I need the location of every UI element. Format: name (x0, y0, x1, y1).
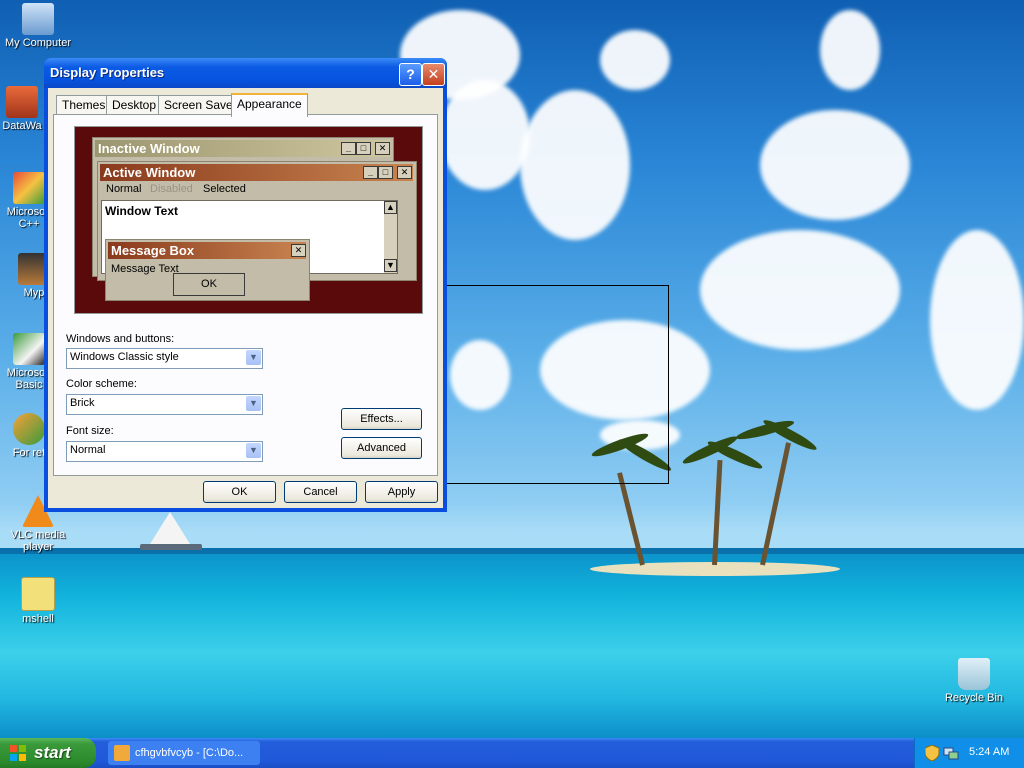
preview-ok-button: OK (173, 273, 245, 296)
display-properties-window: Display Properties ? ✕ Themes Desktop Sc… (44, 58, 447, 512)
windows-logo-icon (10, 745, 26, 761)
close-icon: ✕ (375, 142, 390, 155)
ocean (0, 548, 1024, 738)
sailboat-hull (140, 544, 202, 550)
desktop-icon-my-computer[interactable]: My Computer (0, 3, 78, 49)
visual-basic-icon (13, 333, 45, 365)
taskbar-item[interactable]: cfhgvbfvcyb - [C:\Do... (108, 741, 260, 765)
font-size-label: Font size: (66, 425, 114, 437)
effects-button[interactable]: Effects... (341, 408, 422, 430)
apply-button[interactable]: Apply (365, 481, 438, 503)
desktop-icon-label: My Computer (4, 37, 72, 49)
palm-frond (705, 437, 765, 473)
system-tray: 5:24 AM (914, 738, 1024, 768)
taskbar-item-label: cfhgvbfvcyb - [C:\Do... (135, 747, 244, 759)
close-button[interactable]: ✕ (422, 63, 445, 86)
start-button[interactable]: start (0, 738, 96, 768)
scroll-up-icon: ▲ (384, 201, 397, 214)
app-icon (6, 86, 38, 118)
close-icon: ✕ (291, 244, 306, 257)
preview-menu-disabled: Disabled (150, 183, 193, 195)
preview-msgbox-text: Message Text (111, 263, 179, 275)
minimize-icon: _ (363, 166, 378, 179)
scroll-down-icon: ▼ (384, 259, 397, 272)
color-scheme-value: Brick (70, 397, 95, 409)
tab-screen-saver[interactable]: Screen Saver (158, 95, 243, 115)
maximize-icon: □ (356, 142, 371, 155)
minimize-icon: _ (341, 142, 356, 155)
color-scheme-label: Color scheme: (66, 378, 137, 390)
chevron-down-icon[interactable]: ▼ (246, 396, 261, 411)
window-titlebar[interactable]: Display Properties ? ✕ (44, 58, 447, 88)
tab-appearance[interactable]: Appearance (231, 93, 308, 117)
ok-button[interactable]: OK (203, 481, 276, 503)
desktop-icon-recycle-bin[interactable]: Recycle Bin (934, 658, 1014, 704)
desktop-icon-label: VLC media player (10, 529, 66, 553)
windows-buttons-select[interactable]: Windows Classic style ▼ (66, 348, 263, 369)
recycle-bin-icon (958, 658, 990, 690)
cloud (760, 110, 910, 220)
close-icon: ✕ (397, 166, 412, 179)
preview-menu-normal: Normal (106, 183, 142, 195)
tab-desktop[interactable]: Desktop (106, 95, 163, 115)
appearance-panel: Inactive Window _ □ ✕ Active Window _ □ … (53, 114, 438, 476)
appearance-preview: Inactive Window _ □ ✕ Active Window _ □ … (74, 126, 423, 314)
app-icon (114, 745, 130, 761)
preview-window-text: Window Text (105, 204, 178, 218)
preview-scrollbar: ▲ ▼ (384, 201, 397, 273)
cloud (700, 230, 900, 350)
maximize-icon: □ (378, 166, 393, 179)
sailboat-sail (150, 512, 190, 544)
window-body: Themes Desktop Screen Saver Appearance I… (48, 88, 443, 508)
taskbar: start cfhgvbfvcyb - [C:\Do... 5:24 AM (0, 738, 1024, 768)
preview-message-box: Message Box ✕ Message Text OK (105, 239, 310, 301)
chevron-down-icon[interactable]: ▼ (246, 350, 261, 365)
cloud (820, 10, 880, 90)
clock[interactable]: 5:24 AM (969, 746, 1009, 758)
font-size-value: Normal (70, 444, 106, 456)
font-size-select[interactable]: Normal ▼ (66, 441, 263, 462)
window-title: Display Properties (50, 65, 165, 80)
network-icon[interactable] (943, 745, 959, 761)
cloud (520, 90, 630, 240)
chevron-down-icon[interactable]: ▼ (246, 443, 261, 458)
computer-icon (22, 3, 54, 35)
help-button[interactable]: ? (399, 63, 422, 86)
color-scheme-select[interactable]: Brick ▼ (66, 394, 263, 415)
windows-buttons-label: Windows and buttons: (66, 333, 175, 345)
start-label: start (34, 743, 71, 762)
desktop-icon-label: Recycle Bin (944, 692, 1004, 704)
desktop-icon-label: mshell (22, 613, 54, 625)
folder-zip-icon (21, 577, 55, 611)
app-icon (13, 413, 45, 445)
cloud (440, 80, 530, 190)
security-shield-icon[interactable] (925, 745, 939, 761)
cloud (930, 230, 1024, 410)
preview-menu-selected: Selected (203, 183, 246, 195)
advanced-button[interactable]: Advanced (341, 437, 422, 459)
desktop-icon-mshell[interactable]: mshell (0, 577, 78, 625)
cancel-button[interactable]: Cancel (284, 481, 357, 503)
cloud (600, 30, 670, 90)
visual-cpp-icon (13, 172, 45, 204)
tab-themes[interactable]: Themes (56, 95, 112, 115)
preview-msgbox-title: Message Box (108, 242, 306, 259)
windows-buttons-value: Windows Classic style (70, 351, 179, 363)
